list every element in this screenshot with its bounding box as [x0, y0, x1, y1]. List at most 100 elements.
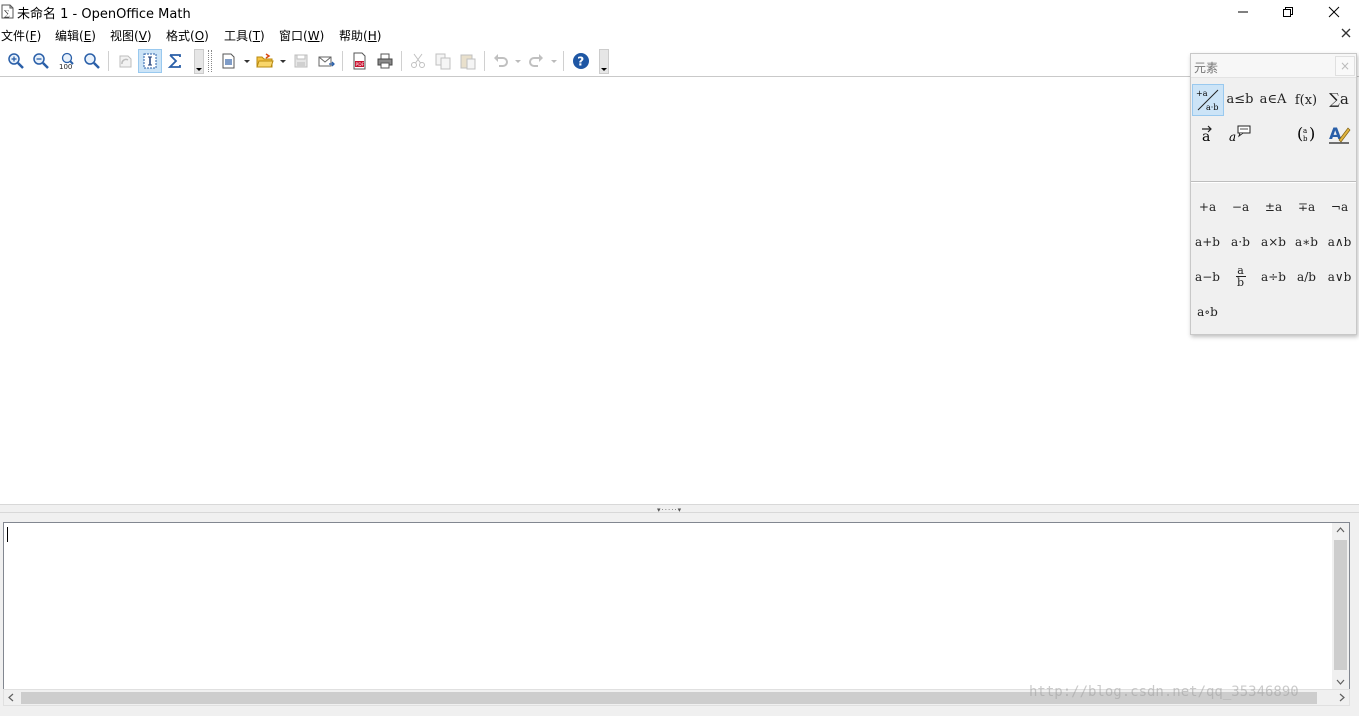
toolbar-overflow-button[interactable] [194, 49, 204, 74]
symbol-not-a[interactable]: ¬a [1323, 190, 1356, 223]
symbol-a-slash-b[interactable]: a/b [1290, 260, 1323, 293]
vertical-scroll-thumb[interactable] [1334, 540, 1347, 670]
symbol-minus-a[interactable]: −a [1224, 190, 1257, 223]
symbol-a-circ-b[interactable]: a∘b [1191, 295, 1224, 328]
formula-command-editor[interactable] [3, 522, 1350, 690]
category-unary-binary[interactable]: +a a·b [1192, 84, 1224, 116]
save-icon [294, 54, 308, 68]
formula-document-view[interactable] [0, 78, 1359, 504]
folder-open-icon [256, 53, 274, 68]
formula-cursor-button[interactable] [138, 49, 162, 73]
menu-help[interactable]: 帮助(H) [339, 27, 381, 44]
undo-button[interactable] [489, 49, 513, 73]
toolbar-grip[interactable] [208, 50, 212, 72]
help-icon: ? [573, 53, 589, 69]
zoom-in-button[interactable] [4, 49, 28, 73]
redo-button[interactable] [524, 49, 548, 73]
category-attributes[interactable]: a [1191, 118, 1223, 150]
zoom-100-button[interactable]: 100 [55, 49, 79, 73]
unary-binary-operators-icon: +a a·b [1196, 89, 1218, 112]
redo-dropdown-icon[interactable] [551, 58, 558, 66]
scroll-right-icon[interactable] [1339, 693, 1345, 702]
symbol-label: a∧b [1327, 234, 1352, 249]
symbol-a-div-b[interactable]: a÷b [1257, 260, 1290, 293]
zoom-out-icon [33, 53, 49, 69]
menu-tools[interactable]: 工具(T) [224, 27, 265, 44]
symbol-a-and-b[interactable]: a∧b [1323, 225, 1356, 258]
undo-icon [494, 54, 508, 67]
symbol-fraction[interactable]: a b [1224, 260, 1257, 293]
help-button[interactable]: ? [569, 49, 593, 73]
zoom-out-button[interactable] [29, 49, 53, 73]
view-splitter[interactable]: ▾·····▾ [0, 504, 1359, 514]
category-relations[interactable]: a≤b [1224, 83, 1256, 115]
open-button[interactable] [253, 49, 277, 73]
update-button[interactable] [113, 49, 137, 73]
toolbar-overflow-button-2[interactable] [599, 49, 609, 74]
copy-button[interactable] [431, 49, 455, 73]
symbol-a-ast-b[interactable]: a∗b [1290, 225, 1323, 258]
symbol-label: a⋅b [1231, 234, 1250, 249]
symbol-plus-a[interactable]: +a [1191, 190, 1224, 223]
print-button[interactable] [373, 49, 397, 73]
scroll-up-icon[interactable] [1336, 527, 1345, 533]
minimize-button[interactable] [1220, 0, 1266, 24]
symbol-a-minus-b[interactable]: a−b [1191, 260, 1224, 293]
menu-format[interactable]: 格式(O) [166, 27, 209, 44]
relations-icon: a≤b [1226, 91, 1254, 107]
new-button[interactable] [217, 49, 241, 73]
printer-icon [377, 53, 393, 69]
restore-button[interactable] [1265, 0, 1311, 24]
minimize-icon [1238, 11, 1248, 13]
toolbar-separator [563, 51, 564, 71]
standard-toolbar: 100 PDF ? [0, 46, 1359, 77]
save-button[interactable] [289, 49, 313, 73]
close-window-button[interactable] [1311, 0, 1357, 24]
undo-dropdown-icon[interactable] [515, 58, 522, 66]
show-all-button[interactable] [80, 49, 104, 73]
paste-button[interactable] [456, 49, 480, 73]
scroll-left-icon[interactable] [8, 693, 14, 702]
category-operators[interactable]: ∑a [1323, 83, 1355, 115]
elements-button[interactable] [163, 49, 187, 73]
category-functions[interactable]: f(x) [1290, 84, 1322, 116]
symbol-label: a+b [1195, 234, 1220, 249]
svg-text:a: a [1303, 127, 1307, 135]
symbol-label: ±a [1264, 199, 1283, 214]
menu-file[interactable]: 文件(F) [1, 27, 41, 44]
symbol-a-or-b[interactable]: a∨b [1323, 260, 1356, 293]
text-caret [7, 527, 8, 542]
export-pdf-button[interactable]: PDF [348, 49, 372, 73]
new-dropdown-icon[interactable] [244, 58, 251, 66]
redo-icon [529, 54, 543, 67]
symbol-plusminus-a[interactable]: ±a [1257, 190, 1290, 223]
new-document-icon [222, 53, 235, 69]
symbol-a-cdot-b[interactable]: a⋅b [1224, 225, 1257, 258]
close-document-icon[interactable] [1339, 26, 1353, 40]
symbol-a-times-b[interactable]: a×b [1257, 225, 1290, 258]
elements-divider [1191, 181, 1356, 183]
close-panel-button[interactable]: × [1335, 56, 1355, 76]
cut-button[interactable] [406, 49, 430, 73]
category-set-operations[interactable]: a∈A [1257, 83, 1289, 115]
toolbar-separator [484, 51, 485, 71]
scroll-down-icon[interactable] [1336, 679, 1345, 685]
symbol-a-plus-b[interactable]: a+b [1191, 225, 1224, 258]
vertical-scrollbar[interactable] [1332, 523, 1349, 689]
symbol-label: a÷b [1261, 269, 1286, 284]
category-brackets[interactable]: (a b) [1290, 118, 1322, 150]
zoom-in-icon [8, 53, 24, 69]
svg-text:+a: +a [1196, 89, 1208, 98]
category-formats[interactable]: A [1323, 118, 1355, 150]
menu-edit[interactable]: 编辑(E) [55, 27, 96, 44]
menu-window[interactable]: 窗口(W) [279, 27, 324, 44]
open-dropdown-icon[interactable] [280, 58, 287, 66]
svg-text:): ) [1309, 124, 1315, 143]
symbol-minusplus-a[interactable]: ∓a [1290, 190, 1323, 223]
set-operations-icon: a∈A [1259, 91, 1287, 107]
category-others[interactable]: a [1224, 118, 1256, 150]
symbol-label: a×b [1261, 234, 1286, 249]
menu-view[interactable]: 视图(V) [110, 27, 152, 44]
email-button[interactable] [314, 49, 338, 73]
elements-panel-header[interactable]: 元素 × [1191, 54, 1356, 78]
